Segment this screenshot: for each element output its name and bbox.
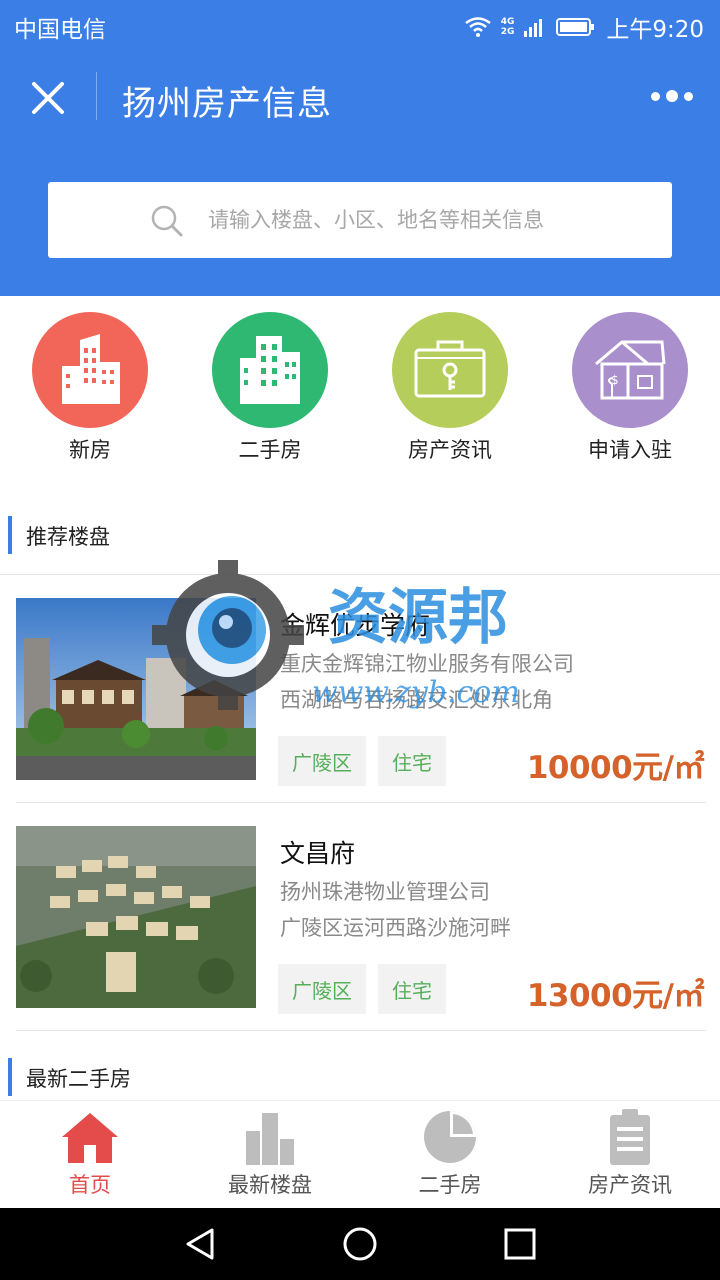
divider bbox=[16, 1030, 706, 1031]
divider bbox=[16, 802, 706, 803]
pie-chart-icon bbox=[424, 1111, 476, 1163]
category-second-hand[interactable]: 二手房 bbox=[180, 312, 360, 472]
listing-company: 重庆金辉锦江物业服务有限公司 bbox=[280, 652, 574, 676]
category-new-house[interactable]: 新房 bbox=[0, 312, 180, 472]
house-icon: $ bbox=[572, 312, 688, 428]
battery-icon bbox=[556, 18, 595, 36]
listing-address: 广陵区运河西路沙施河畔 bbox=[280, 916, 511, 940]
listing-price: 13000元/㎡ bbox=[526, 978, 705, 1014]
bottom-nav: 首页 最新楼盘 二手房 房产资讯 bbox=[0, 1100, 720, 1208]
status-bar: 中国电信 4G 2G 上午9:20 bbox=[0, 0, 720, 50]
status-indicators: 4G 2G 上午9:20 bbox=[464, 10, 704, 44]
dot-icon bbox=[684, 91, 693, 101]
category-apply[interactable]: $ 申请入驻 bbox=[540, 312, 720, 472]
dot-icon bbox=[651, 91, 660, 101]
category-label: 房产资讯 bbox=[408, 438, 492, 462]
district-tag: 广陵区 bbox=[278, 964, 366, 1014]
search-box[interactable] bbox=[48, 182, 672, 258]
nav-second-hand[interactable]: 二手房 bbox=[360, 1101, 540, 1208]
section-title: 推荐楼盘 bbox=[26, 525, 110, 549]
key-case-icon bbox=[392, 312, 508, 428]
signal-icon bbox=[524, 19, 543, 37]
listing-item[interactable]: 文昌府 扬州珠港物业管理公司 广陵区运河西路沙施河畔 广陵区 住宅 13000元… bbox=[16, 826, 706, 1014]
bar-chart-icon bbox=[246, 1113, 294, 1165]
section-latest-header: 最新二手房 bbox=[0, 1058, 720, 1098]
search-zone bbox=[0, 146, 720, 296]
listing-address: 西湖路与吞扬路交汇处东北角 bbox=[280, 688, 553, 712]
search-icon bbox=[151, 205, 183, 237]
title-divider bbox=[96, 72, 97, 120]
back-icon[interactable] bbox=[180, 1226, 220, 1262]
recents-icon[interactable] bbox=[500, 1226, 540, 1262]
nav-label: 二手房 bbox=[418, 1173, 482, 1197]
category-label: 二手房 bbox=[238, 438, 302, 462]
home-circle-icon[interactable] bbox=[340, 1226, 380, 1262]
network-type: 4G 2G bbox=[500, 17, 515, 37]
divider bbox=[0, 574, 720, 575]
wifi-icon bbox=[464, 17, 491, 37]
page-title: 扬州房产信息 bbox=[122, 84, 332, 124]
category-label: 新房 bbox=[69, 438, 111, 462]
nav-label: 首页 bbox=[69, 1173, 111, 1197]
type-tag: 住宅 bbox=[378, 736, 446, 786]
close-icon bbox=[32, 82, 64, 114]
listing-price: 10000元/㎡ bbox=[526, 750, 705, 786]
category-label: 申请入驻 bbox=[588, 438, 672, 462]
nav-news[interactable]: 房产资讯 bbox=[540, 1101, 720, 1208]
district-tag: 广陵区 bbox=[278, 736, 366, 786]
section-title: 最新二手房 bbox=[26, 1067, 131, 1091]
type-tag: 住宅 bbox=[378, 964, 446, 1014]
category-news[interactable]: 房产资讯 bbox=[360, 312, 540, 472]
clipboard-icon bbox=[610, 1109, 650, 1165]
tower-icon bbox=[212, 312, 328, 428]
nav-label: 房产资讯 bbox=[588, 1173, 672, 1197]
title-bar: 扬州房产信息 bbox=[0, 50, 720, 146]
listing-photo bbox=[16, 826, 256, 1008]
carrier-name: 中国电信 bbox=[14, 17, 106, 43]
clock: 上午9:20 bbox=[606, 17, 704, 43]
buildings-icon bbox=[32, 312, 148, 428]
listing-company: 扬州珠港物业管理公司 bbox=[280, 880, 490, 904]
section-accent-bar bbox=[8, 1058, 12, 1096]
section-recommended-header: 推荐楼盘 bbox=[0, 516, 720, 556]
more-options-button[interactable] bbox=[648, 84, 696, 108]
listing-photo bbox=[16, 598, 256, 780]
nav-latest-projects[interactable]: 最新楼盘 bbox=[180, 1101, 360, 1208]
close-button[interactable] bbox=[22, 74, 74, 122]
nav-label: 最新楼盘 bbox=[228, 1173, 312, 1197]
home-icon bbox=[62, 1113, 118, 1163]
system-nav-bar bbox=[0, 1208, 720, 1280]
listing-name: 文昌府 bbox=[280, 839, 356, 868]
svg-text:$: $ bbox=[611, 373, 619, 387]
nav-home[interactable]: 首页 bbox=[0, 1101, 180, 1208]
listing-name: 金辉优步学府 bbox=[280, 611, 431, 640]
category-row: 新房 二手房 房产资讯 $ 申请入驻 bbox=[0, 312, 720, 472]
section-accent-bar bbox=[8, 516, 12, 554]
listing-item[interactable]: 金辉优步学府 重庆金辉锦江物业服务有限公司 西湖路与吞扬路交汇处东北角 广陵区 … bbox=[16, 598, 706, 786]
dot-icon bbox=[666, 90, 678, 102]
search-input[interactable] bbox=[208, 182, 658, 258]
